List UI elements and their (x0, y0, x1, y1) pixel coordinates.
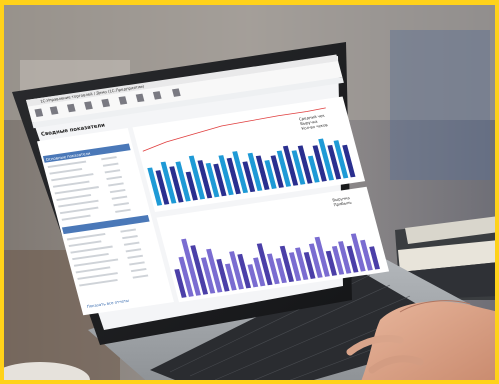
photo: 1С:Управление торговлей / Демо (1С:Предп… (0, 0, 499, 384)
